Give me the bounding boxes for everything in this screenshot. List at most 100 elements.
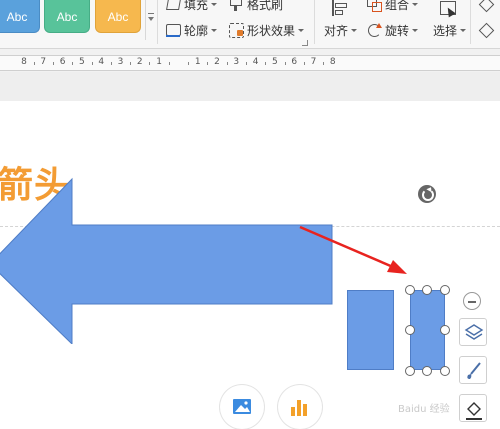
layers-button[interactable] — [459, 318, 487, 346]
ribbon-divider — [157, 0, 158, 44]
format-painter-button[interactable]: 格式刷 — [228, 0, 283, 13]
ruler-tick — [72, 62, 74, 65]
brush-icon — [467, 362, 481, 379]
ruler-tick — [188, 62, 190, 65]
ruler-number: 4 — [252, 57, 259, 67]
group-label: 组合 — [385, 0, 410, 12]
watermark: Baidu 经验 — [398, 404, 450, 415]
ribbon-divider — [470, 0, 471, 44]
resize-handle-top[interactable] — [422, 285, 432, 295]
chart-icon — [291, 400, 307, 416]
ruler-number: 7 — [310, 57, 317, 67]
fill-bucket-icon — [466, 402, 482, 420]
ruler-tick — [52, 62, 54, 65]
rotate-label: 旋转 — [385, 23, 410, 38]
shape-style-blue[interactable]: Abc — [0, 0, 40, 33]
chevron-down-icon — [412, 28, 419, 32]
shape-effects-label: 形状效果 — [247, 23, 296, 38]
ruler-tick — [130, 62, 132, 65]
resize-handle-top-right[interactable] — [440, 285, 450, 295]
fill-button[interactable]: 填充 — [165, 0, 218, 13]
ruler-tick — [245, 62, 247, 65]
fill-label: 填充 — [184, 0, 209, 12]
shape-style-orange[interactable]: Abc — [95, 0, 141, 33]
ribbon-toolbar: Abc Abc Abc 填充 轮廓 格式刷 形状效果 对齐 组合 旋转 选择 — [0, 0, 500, 49]
shape-effects-button[interactable]: 形状效果 — [228, 21, 305, 39]
annotation-arrow — [299, 225, 407, 274]
rectangle-shape[interactable] — [347, 290, 394, 370]
shape-style-green[interactable]: Abc — [44, 0, 90, 33]
chevron-down-icon — [211, 28, 218, 32]
outline-icon — [165, 22, 181, 38]
horizontal-ruler[interactable]: 8 7 6 5 4 3 2 1 1 2 3 4 5 6 7 8 — [0, 55, 500, 71]
ruler-number: 3 — [233, 57, 240, 67]
ruler-tick — [284, 62, 286, 65]
shape-style-label: Abc — [107, 10, 129, 24]
ruler-number: 2 — [214, 57, 220, 67]
ribbon-divider — [314, 0, 315, 44]
ruler-number: 4 — [98, 57, 105, 67]
dialog-launcher-icon[interactable] — [302, 40, 308, 46]
chevron-down-icon — [351, 28, 358, 32]
format-painter-icon — [228, 0, 244, 12]
ruler-number: 5 — [272, 57, 278, 67]
rotate-button[interactable]: 旋转 — [366, 21, 419, 39]
resize-handle-bottom-right[interactable] — [440, 366, 450, 376]
ruler-number: 5 — [79, 57, 85, 67]
ruler-number: 1 — [156, 57, 162, 67]
outline-label: 轮廓 — [184, 23, 209, 38]
select-button[interactable]: 选择 — [433, 21, 467, 39]
group-icon — [366, 0, 382, 12]
format-painter-label: 格式刷 — [247, 0, 284, 12]
ruler-number: 8 — [21, 57, 27, 67]
left-arrow-shape[interactable] — [0, 174, 340, 344]
ruler-number: 3 — [117, 57, 124, 67]
ruler-number: 6 — [291, 57, 298, 67]
app-window: { "ribbon": { "shape_styles": [ {"label"… — [0, 0, 500, 429]
collapse-toolbar-button[interactable] — [463, 292, 481, 310]
fill-bucket-icon — [165, 0, 181, 12]
ruler-tick — [303, 62, 305, 65]
ruler-tick — [207, 62, 209, 65]
resize-handle-top-left[interactable] — [405, 285, 415, 295]
bring-forward-icon[interactable] — [478, 0, 494, 10]
resize-handle-left[interactable] — [405, 325, 415, 335]
ruler-tick — [323, 62, 325, 65]
send-backward-icon[interactable] — [478, 22, 494, 36]
ruler-number: 2 — [136, 57, 143, 67]
shape-fill-button[interactable] — [459, 394, 487, 422]
ruler-tick — [110, 62, 112, 65]
image-icon — [233, 399, 251, 414]
select-label: 选择 — [433, 23, 458, 38]
insert-picture-button[interactable] — [220, 385, 264, 429]
align-label: 对齐 — [324, 23, 349, 38]
resize-handle-right[interactable] — [440, 325, 450, 335]
shape-effects-icon — [228, 22, 244, 38]
ruler-tick — [149, 62, 151, 65]
chevron-down-icon — [211, 2, 218, 6]
rotate-icon — [366, 22, 382, 38]
ruler-number: 8 — [329, 57, 336, 67]
resize-handle-bottom-left[interactable] — [405, 366, 415, 376]
chevron-down-icon — [298, 28, 305, 32]
align-button[interactable]: 对齐 — [324, 21, 358, 39]
chevron-down-icon — [412, 2, 419, 6]
ruler-tick — [33, 62, 35, 65]
select-icon[interactable] — [437, 0, 459, 22]
resize-handle-bottom[interactable] — [422, 366, 432, 376]
align-icon[interactable] — [328, 0, 350, 22]
rotate-handle-icon[interactable] — [418, 185, 436, 203]
shape-style-label: Abc — [6, 10, 28, 24]
layers-icon — [464, 324, 484, 340]
style-gallery-more-button[interactable] — [145, 0, 155, 40]
ruler-tick — [265, 62, 267, 65]
ruler-number: 6 — [59, 57, 66, 67]
ruler-tick — [168, 62, 170, 65]
group-button[interactable]: 组合 — [366, 0, 419, 13]
outline-button[interactable]: 轮廓 — [165, 21, 218, 39]
ruler-number: 7 — [40, 57, 47, 67]
insert-chart-button[interactable] — [278, 385, 322, 429]
shape-style-button[interactable] — [459, 356, 487, 384]
ruler-tick — [226, 62, 228, 65]
shape-style-label: Abc — [56, 10, 78, 24]
